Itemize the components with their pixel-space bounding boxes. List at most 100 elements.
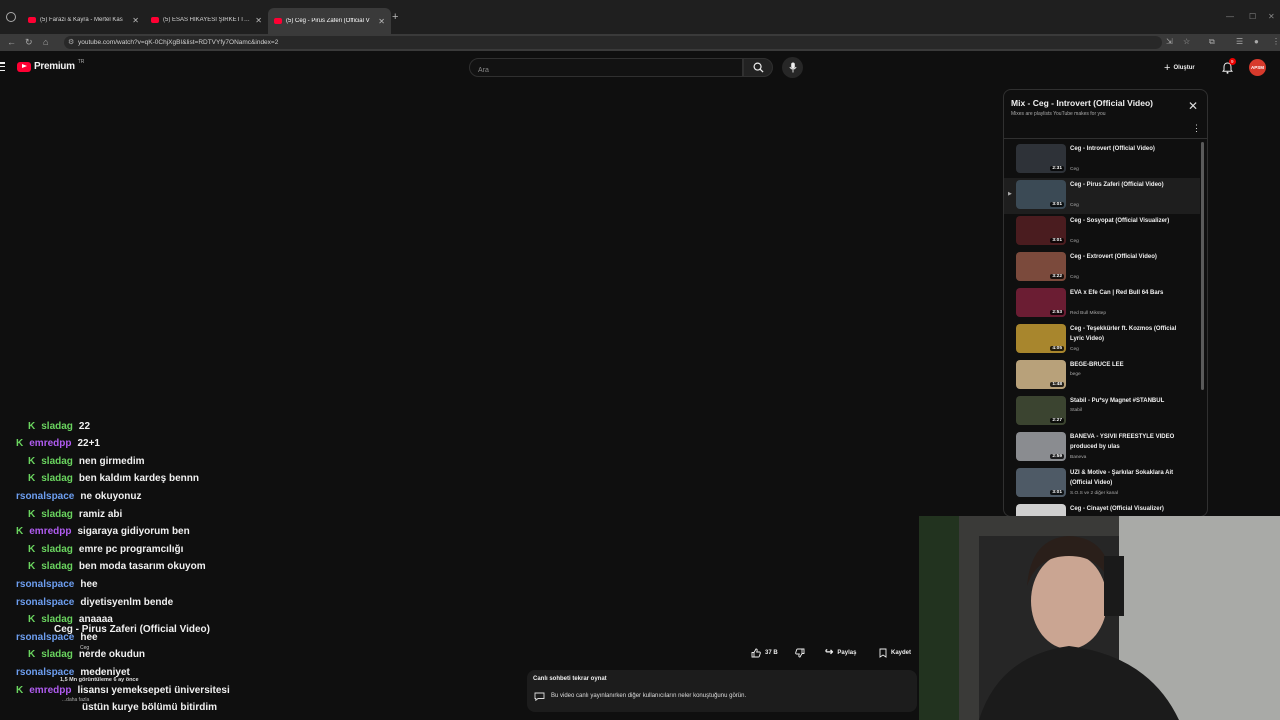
playlist-item[interactable]: 2:53 EVA x Efe Can | Red Bull 64 Bars Red …: [1004, 286, 1200, 322]
profile-icon[interactable]: ●: [1254, 37, 1259, 46]
playlist-item[interactable]: 2:27 Stabil - Pu*sy Magnet #STANBUL Stabil: [1004, 394, 1200, 430]
video-duration: 2:27: [1050, 418, 1064, 423]
video-thumbnail[interactable]: 3:01: [1016, 180, 1066, 209]
video-thumbnail[interactable]: 2:59: [1016, 432, 1066, 461]
video-thumbnail[interactable]: 4:05: [1016, 324, 1066, 353]
maximize-icon[interactable]: ☐: [1249, 12, 1256, 21]
playlist-item[interactable]: 4:05 Ceg - Teşekkürler ft. Kozmos (Offici…: [1004, 322, 1200, 358]
chat-username[interactable]: sladag: [41, 509, 73, 520]
video-thumbnail[interactable]: 1:48: [1016, 360, 1066, 389]
share-icon: ↪: [825, 647, 834, 658]
voice-search-button[interactable]: [782, 57, 803, 78]
chat-username[interactable]: sladag: [41, 421, 73, 432]
back-icon[interactable]: ←: [7, 37, 16, 47]
dislike-button[interactable]: [795, 644, 805, 661]
video-thumbnail[interactable]: 2:53: [1016, 288, 1066, 317]
close-window-icon[interactable]: ✕: [1268, 12, 1275, 21]
chat-username[interactable]: emredpp: [29, 438, 71, 449]
search-input[interactable]: [470, 62, 742, 79]
guide-menu-icon[interactable]: [0, 62, 5, 71]
search-button[interactable]: [743, 58, 773, 77]
video-duration: 3:01: [1050, 238, 1064, 243]
account-avatar[interactable]: APSM: [1249, 59, 1266, 76]
channel-name[interactable]: Ceg: [80, 645, 89, 651]
extensions-icon[interactable]: ⧉: [1209, 37, 1215, 47]
reading-list-icon[interactable]: ☰: [1236, 37, 1243, 46]
new-tab-icon[interactable]: +: [392, 11, 398, 23]
description-more-link[interactable]: ...daha fazla: [62, 697, 89, 703]
thumbs-up-icon: [751, 648, 761, 657]
kick-badge-icon: K: [16, 438, 24, 450]
playlist-item-channel: Ceg: [1070, 239, 1079, 244]
tab-close-icon[interactable]: ✕: [255, 16, 262, 25]
browser-tab[interactable]: (5) Ceg - Pirus Zaferi (Official V ✕: [268, 8, 391, 34]
chat-replay-card[interactable]: Canlı sohbeti tekrar oynat Bu video canl…: [527, 670, 917, 712]
chat-text: emre pc programcılığı: [78, 543, 184, 555]
playlist-item-title: Ceg - Teşekkürler ft. Kozmos (Official L…: [1070, 326, 1177, 342]
chat-username[interactable]: sladag: [41, 456, 73, 467]
playlist-item-title: UZI & Motive - Şarkılar Sokaklara Ait (O…: [1070, 470, 1174, 486]
playlist-item-channel: Red Bull Mikstep: [1070, 311, 1106, 316]
create-button[interactable]: + Oluştur: [1164, 60, 1195, 75]
chat-username[interactable]: rsonalspace: [16, 579, 74, 590]
site-info-icon[interactable]: ⚙: [68, 36, 74, 49]
playlist-panel: Mix - Ceg - Introvert (Official Video) M…: [1003, 89, 1208, 517]
playlist-scrollbar[interactable]: [1201, 142, 1204, 390]
youtube-favicon-icon: [151, 17, 159, 23]
playlist-item[interactable]: 3:01 UZI & Motive - Şarkılar Sokaklara Ai…: [1004, 466, 1200, 502]
url-field[interactable]: ⚙ youtube.com/watch?v=qK-0ChjXgBI&list=R…: [64, 36, 1162, 49]
browser-more-icon[interactable]: ⋮: [1272, 37, 1280, 46]
reload-icon[interactable]: ↻: [25, 37, 33, 48]
bookmark-star-icon[interactable]: ☆: [1183, 37, 1190, 46]
chat-username[interactable]: sladag: [41, 561, 73, 572]
browser-tab[interactable]: (5) ESAS HİKAYESİ ŞİRKETTİR 2 ✕: [145, 9, 268, 31]
playlist-title[interactable]: Mix - Ceg - Introvert (Official Video): [1011, 98, 1153, 108]
chat-username[interactable]: emredpp: [29, 685, 71, 696]
home-icon[interactable]: ⌂: [43, 37, 48, 47]
chat-text: ramiz abi: [78, 508, 123, 520]
chat-username[interactable]: emredpp: [29, 526, 71, 537]
chat-username[interactable]: sladag: [41, 544, 73, 555]
chat-message: üstün kurye bölümü bitirdim: [82, 700, 217, 716]
video-thumbnail[interactable]: 3:22: [1016, 252, 1066, 281]
chat-text: üstün kurye bölümü bitirdim: [82, 702, 218, 714]
chat-text: sigaraya gidiyorum ben: [77, 526, 190, 538]
more-vert-icon[interactable]: ⋮: [1192, 124, 1201, 133]
playlist-item[interactable]: 2:59 BANEVA - YSIVII FREESTYLE VIDEO prod…: [1004, 430, 1200, 466]
video-duration: 2:31: [1050, 166, 1064, 171]
share-button[interactable]: ↪ Paylaş: [825, 644, 856, 661]
like-button[interactable]: 37 B: [751, 644, 778, 661]
video-thumbnail[interactable]: 3:01: [1016, 216, 1066, 245]
playlist-item[interactable]: 3:01 Ceg - Sosyopat (Official Visualizer)…: [1004, 214, 1200, 250]
close-icon[interactable]: ✕: [1188, 100, 1198, 112]
browser-tab[interactable]: (5) Farazi & Kayra - Mertel Kas ✕: [22, 9, 145, 31]
notifications-button[interactable]: 9: [1221, 58, 1236, 79]
playlist-item[interactable]: ▶ 3:01 Ceg - Pirus Zaferi (Official Video)…: [1004, 178, 1200, 214]
youtube-logo[interactable]: Premium TR: [17, 59, 84, 72]
playlist-item[interactable]: 1:48 BEGE-BRUCE LEE bege: [1004, 358, 1200, 394]
playlist-item-title: Ceg - Sosyopat (Official Visualizer): [1070, 218, 1170, 224]
install-icon[interactable]: ⇲: [1166, 37, 1173, 46]
chat-username[interactable]: rsonalspace: [16, 491, 74, 502]
video-duration: 3:01: [1050, 490, 1064, 495]
chat-username[interactable]: sladag: [41, 649, 73, 660]
video-thumbnail[interactable]: 3:01: [1016, 468, 1066, 497]
video-duration: 2:59: [1050, 454, 1064, 459]
save-button[interactable]: Kaydet: [879, 644, 911, 661]
chat-text: ne okuyonuz: [80, 490, 142, 502]
playlist-item[interactable]: 2:31 Ceg - Introvert (Official Video) Ceg: [1004, 142, 1200, 178]
video-thumbnail[interactable]: 2:31: [1016, 144, 1066, 173]
playlist-item[interactable]: 2:39Ceg - Cinayet (Official Visualizer): [1004, 502, 1200, 516]
playlist-index: ▶: [1008, 191, 1012, 197]
video-duration: 3:22: [1050, 274, 1064, 279]
video-thumbnail[interactable]: 2:27: [1016, 396, 1066, 425]
tab-close-icon[interactable]: ✕: [132, 16, 139, 25]
playlist-item-title: Ceg - Introvert (Official Video): [1070, 146, 1155, 152]
browser-menu-icon[interactable]: [6, 12, 16, 22]
playlist-item[interactable]: 3:22 Ceg - Extrovert (Official Video) Ceg: [1004, 250, 1200, 286]
tab-close-icon[interactable]: ✕: [378, 17, 385, 26]
minimize-icon[interactable]: —: [1226, 12, 1234, 21]
chat-username[interactable]: sladag: [41, 473, 73, 484]
kick-badge-icon: K: [16, 526, 24, 538]
chat-username[interactable]: rsonalspace: [16, 597, 74, 608]
